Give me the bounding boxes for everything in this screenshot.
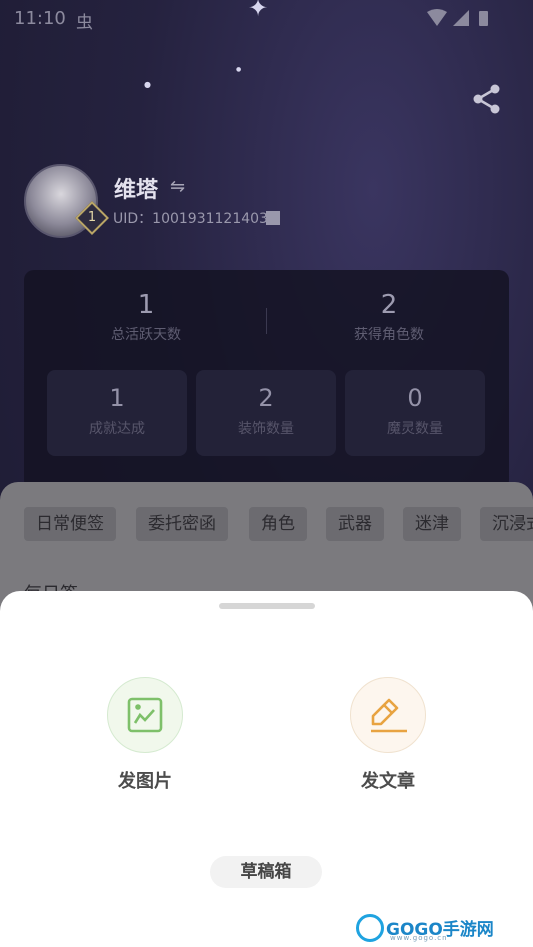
share-icon[interactable] [470, 82, 504, 116]
status-time: 11:10 [14, 8, 66, 29]
stat-card-spirits[interactable]: 0 魔灵数量 [345, 370, 485, 456]
tab-daily-notes[interactable]: 日常便签 [24, 507, 116, 541]
stat-label: 魔灵数量 [387, 421, 443, 437]
watermark-url: www.gogo.cn [390, 934, 448, 942]
star-decoration: ● [144, 80, 151, 89]
uid-value: 1001931121403 [152, 211, 268, 227]
stat-active-days: 1 总活跃天数 [46, 290, 246, 344]
stat-card-achievements[interactable]: 1 成就达成 [47, 370, 187, 456]
stat-characters: 2 获得角色数 [289, 290, 489, 344]
stat-card-decorations[interactable]: 2 装饰数量 [196, 370, 336, 456]
stat-label: 获得角色数 [354, 327, 424, 343]
pen-icon-circle [350, 677, 426, 753]
copy-icon[interactable] [266, 211, 280, 225]
post-article-option[interactable]: 发文章 [318, 677, 458, 793]
post-image-label: 发图片 [118, 771, 172, 792]
stat-value: 1 [109, 384, 125, 412]
stat-value: 2 [380, 290, 398, 320]
sheet-handle[interactable] [219, 603, 315, 609]
image-icon-circle [107, 677, 183, 753]
stat-value: 1 [137, 290, 155, 320]
switch-account-icon[interactable]: ⇋ [170, 176, 185, 197]
uid-label: UID： [113, 211, 153, 227]
tab-maze[interactable]: 迷津 [403, 507, 461, 541]
level-value: 1 [87, 210, 97, 225]
bug-icon: 虫 [76, 13, 93, 33]
gogo-logo-icon [356, 914, 384, 942]
tab-weapons[interactable]: 武器 [326, 507, 384, 541]
stat-divider [266, 308, 267, 334]
image-icon [127, 697, 163, 733]
post-image-option[interactable]: 发图片 [75, 677, 215, 793]
stat-label: 装饰数量 [238, 421, 294, 437]
post-bottom-sheet: 发图片 发文章 草稿箱 [0, 591, 533, 947]
tab-immersive[interactable]: 沉浸式 [480, 507, 533, 541]
tab-characters[interactable]: 角色 [249, 507, 307, 541]
drafts-button[interactable]: 草稿箱 [210, 856, 322, 888]
stat-label: 总活跃天数 [111, 327, 181, 343]
pen-icon [371, 698, 407, 733]
tab-commission[interactable]: 委托密函 [136, 507, 228, 541]
post-article-label: 发文章 [361, 771, 415, 792]
status-bar: 11:10 虫 [0, 0, 533, 36]
stat-value: 2 [258, 384, 274, 412]
user-name: 维塔 [114, 178, 159, 203]
uid-line: UID：1001931121403 [113, 208, 268, 228]
status-icons [427, 9, 488, 26]
stat-value: 0 [407, 384, 423, 412]
star-decoration: ● [236, 66, 242, 73]
stat-label: 成就达成 [89, 421, 145, 437]
stats-panel: 1 总活跃天数 2 获得角色数 1 成就达成 2 装饰数量 0 魔灵数量 [24, 270, 509, 490]
